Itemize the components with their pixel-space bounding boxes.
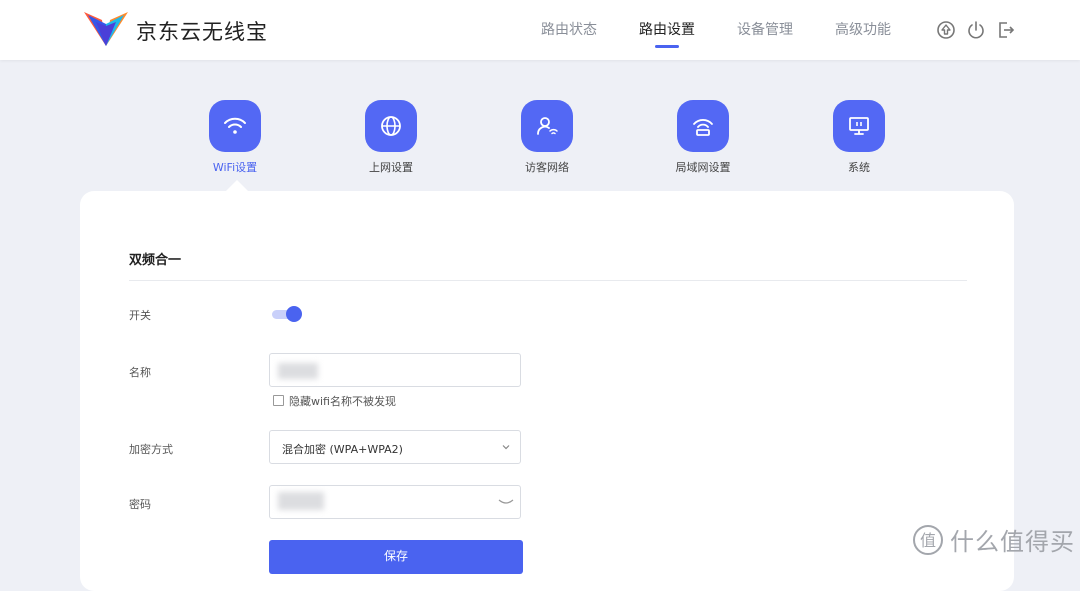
hide-ssid-checkbox[interactable] xyxy=(273,395,284,406)
nav-route-settings[interactable]: 路由设置 xyxy=(618,0,716,60)
upgrade-icon[interactable] xyxy=(936,20,956,40)
logout-icon[interactable] xyxy=(996,20,1016,40)
watermark-glyph: 值 xyxy=(920,531,936,550)
tab-system-circle xyxy=(833,100,885,152)
nav-route-status[interactable]: 路由状态 xyxy=(520,0,618,60)
tab-internet-circle xyxy=(365,100,417,152)
section-divider xyxy=(129,280,967,281)
encryption-label: 加密方式 xyxy=(129,443,173,456)
watermark-text: 什么值得买 xyxy=(950,528,1075,556)
tab-guest-network[interactable]: 访客网络 xyxy=(497,100,597,175)
tab-label: 局域网设置 xyxy=(675,161,731,174)
app-logo xyxy=(84,12,128,46)
nav-advanced-features[interactable]: 高级功能 xyxy=(814,0,912,60)
tab-internet-settings[interactable]: 上网设置 xyxy=(341,100,441,175)
top-header: 京东云无线宝 路由状态 路由设置 设备管理 高级功能 xyxy=(0,0,1080,60)
name-label: 名称 xyxy=(129,366,151,379)
wifi-settings-card xyxy=(80,191,1014,591)
wifi-icon xyxy=(224,117,246,134)
wifi-switch-toggle[interactable] xyxy=(272,306,302,322)
redacted-name-blur xyxy=(278,363,318,379)
globe-icon xyxy=(381,116,401,136)
tab-lan-settings[interactable]: 局域网设置 xyxy=(653,100,753,175)
tab-guest-circle xyxy=(521,100,573,152)
watermark: 值 什么值得买 xyxy=(912,522,1075,557)
main-nav: 路由状态 路由设置 设备管理 高级功能 xyxy=(520,0,912,60)
router-icon xyxy=(693,119,713,136)
hide-ssid-label: 隐藏wifi名称不被发现 xyxy=(289,395,396,408)
tab-lan-circle xyxy=(677,100,729,152)
redacted-password-blur xyxy=(278,492,324,510)
eye-closed-icon[interactable] xyxy=(498,498,514,506)
password-label: 密码 xyxy=(129,498,151,511)
section-title: 双频合一 xyxy=(129,253,182,268)
tab-wifi-circle xyxy=(209,100,261,152)
wifi-name-input[interactable] xyxy=(269,353,521,387)
tab-label: WiFi设置 xyxy=(212,161,258,174)
tab-label: 访客网络 xyxy=(525,161,569,174)
chevron-down-icon xyxy=(502,445,510,450)
tab-wifi-settings[interactable]: WiFi设置 xyxy=(185,100,285,175)
tab-label: 系统 xyxy=(848,161,870,174)
encryption-select[interactable]: 混合加密 (WPA+WPA2) xyxy=(269,430,521,464)
tab-system[interactable]: 系统 xyxy=(809,100,909,175)
toggle-knob xyxy=(286,306,302,322)
watermark-logo: 值 xyxy=(913,524,943,555)
password-input[interactable] xyxy=(269,485,521,519)
tab-label: 上网设置 xyxy=(369,161,413,174)
guest-icon xyxy=(537,117,558,135)
save-button[interactable]: 保存 xyxy=(269,540,523,574)
brand-name: 京东云无线宝 xyxy=(136,20,268,44)
switch-label: 开关 xyxy=(129,309,151,322)
power-icon[interactable] xyxy=(966,20,986,40)
encryption-value: 混合加密 (WPA+WPA2) xyxy=(282,443,403,456)
nav-device-management[interactable]: 设备管理 xyxy=(716,0,814,60)
active-tab-pointer xyxy=(226,180,248,191)
monitor-icon xyxy=(849,117,869,135)
